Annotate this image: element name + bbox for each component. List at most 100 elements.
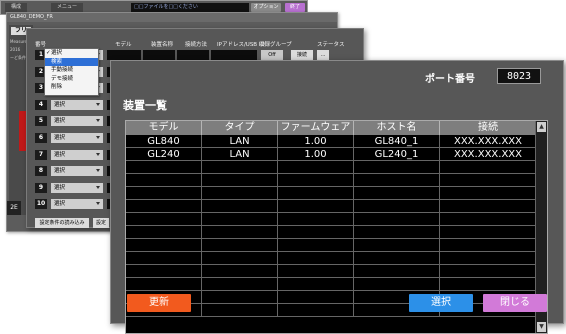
table-cell <box>440 174 537 187</box>
scroll-down-icon[interactable]: ▼ <box>537 322 546 332</box>
window-subtitle: GL840_DEMO_FR <box>7 13 337 22</box>
header-ip-usb: IPアドレス/USB ID <box>217 42 265 48</box>
table-row[interactable] <box>126 174 537 187</box>
row-field[interactable] <box>177 50 209 60</box>
row-number: 4 <box>35 99 47 110</box>
group-select[interactable]: Off <box>261 50 283 60</box>
table-cell <box>126 174 202 187</box>
table-row[interactable] <box>126 265 537 278</box>
side-text-1: Measure <box>10 39 27 44</box>
table-cell <box>278 252 354 265</box>
table-row[interactable] <box>126 278 537 291</box>
tab-config[interactable]: 構成 <box>5 3 28 12</box>
table-cell <box>278 174 354 187</box>
header-status: ステータス <box>317 42 345 48</box>
more-button[interactable]: ... <box>317 50 329 60</box>
table-cell <box>278 226 354 239</box>
table-cell <box>202 291 278 304</box>
option-button[interactable]: オプション <box>251 3 281 12</box>
table-cell <box>354 200 440 213</box>
table-cell <box>440 265 537 278</box>
table-cell <box>202 200 278 213</box>
dropdown-item-manual[interactable]: 手動接続 <box>45 66 98 75</box>
table-cell: GL240 <box>126 148 202 161</box>
dropdown-item-demo[interactable]: デモ接続 <box>45 75 98 84</box>
row-number: 6 <box>35 133 47 143</box>
port-number-field[interactable]: 8023 <box>497 68 541 84</box>
exit-button[interactable]: 終了 <box>285 3 305 12</box>
table-cell <box>278 239 354 252</box>
table-cell <box>440 252 537 265</box>
table-cell <box>126 252 202 265</box>
column-model[interactable]: モデル <box>126 121 202 135</box>
connect-button[interactable]: 接続 <box>291 50 313 60</box>
model-select[interactable]: 選択 <box>51 116 103 127</box>
select-button[interactable]: 選択 <box>409 294 473 312</box>
table-cell <box>278 291 354 304</box>
table-cell <box>278 265 354 278</box>
table-cell <box>126 226 202 239</box>
dropdown-item-delete[interactable]: 削除 <box>45 83 98 92</box>
model-select[interactable]: 選択 <box>51 166 103 177</box>
column-firmware[interactable]: ファームウェア <box>278 121 354 135</box>
model-select[interactable]: 選択 <box>51 133 103 143</box>
table-cell <box>202 239 278 252</box>
table-cell <box>202 187 278 200</box>
model-select[interactable]: 選択 <box>51 99 103 110</box>
side-text-2: 2016 <box>10 47 21 52</box>
port-label: ポート番号 <box>425 74 475 85</box>
dropdown-item-select[interactable]: ✓ 選択 <box>45 49 98 58</box>
table-cell <box>202 252 278 265</box>
column-type[interactable]: タイプ <box>202 121 278 135</box>
table-row[interactable] <box>126 200 537 213</box>
table-cell <box>440 187 537 200</box>
dialog-title: 装置一覧 <box>123 99 167 112</box>
model-select[interactable]: 選択 <box>51 182 103 193</box>
side-text-3: ーど条件 <box>10 55 26 60</box>
table-row[interactable] <box>126 187 537 200</box>
table-row[interactable] <box>126 213 537 226</box>
table-cell <box>354 278 440 291</box>
table-cell <box>126 239 202 252</box>
settings-button[interactable]: 設定 <box>93 218 109 228</box>
tab-menu[interactable]: メニュー <box>51 3 84 12</box>
table-row[interactable] <box>126 226 537 239</box>
table-cell <box>440 161 537 174</box>
row-number: 5 <box>35 116 47 127</box>
table-row[interactable]: GL240 LAN 1.00 GL240_1 XXX.XXX.XXX <box>126 148 537 161</box>
table-cell: XXX.XXX.XXX <box>440 148 537 161</box>
row-field[interactable] <box>107 50 141 60</box>
scroll-up-icon[interactable]: ▲ <box>537 122 546 132</box>
table-cell: GL240_1 <box>354 148 440 161</box>
table-cell: 1.00 <box>278 135 354 148</box>
table-cell <box>202 174 278 187</box>
table-row[interactable] <box>126 239 537 252</box>
row-field[interactable] <box>211 50 257 60</box>
table-cell <box>354 226 440 239</box>
dropdown-item-search[interactable]: 検索 <box>45 57 98 66</box>
close-button[interactable]: 閉じる <box>483 294 547 312</box>
refresh-button[interactable]: 更新 <box>127 294 191 312</box>
table-cell <box>126 213 202 226</box>
table-cell: LAN <box>202 148 278 161</box>
table-row[interactable] <box>126 252 537 265</box>
table-cell <box>126 278 202 291</box>
model-select[interactable]: 選択 <box>51 149 103 160</box>
table-cell <box>278 304 354 317</box>
table-cell <box>354 265 440 278</box>
table-cell <box>126 161 202 174</box>
table-cell <box>278 278 354 291</box>
table-row[interactable] <box>126 161 537 174</box>
select-dropdown-menu: ✓ 選択 検索 手動接続 デモ接続 削除 <box>44 48 99 96</box>
row-field[interactable] <box>143 50 175 60</box>
model-select[interactable]: 選択 <box>51 199 103 210</box>
column-connection[interactable]: 接続 <box>440 121 537 135</box>
table-cell <box>278 200 354 213</box>
row-number: 10 <box>35 199 47 210</box>
column-hostname[interactable]: ホスト名 <box>354 121 440 135</box>
table-row[interactable]: GL840 LAN 1.00 GL840_1 XXX.XXX.XXX <box>126 135 537 148</box>
table-cell <box>354 187 440 200</box>
table-cell <box>202 265 278 278</box>
load-settings-button[interactable]: 設定条件の読み込み <box>35 218 89 228</box>
table-cell <box>202 213 278 226</box>
